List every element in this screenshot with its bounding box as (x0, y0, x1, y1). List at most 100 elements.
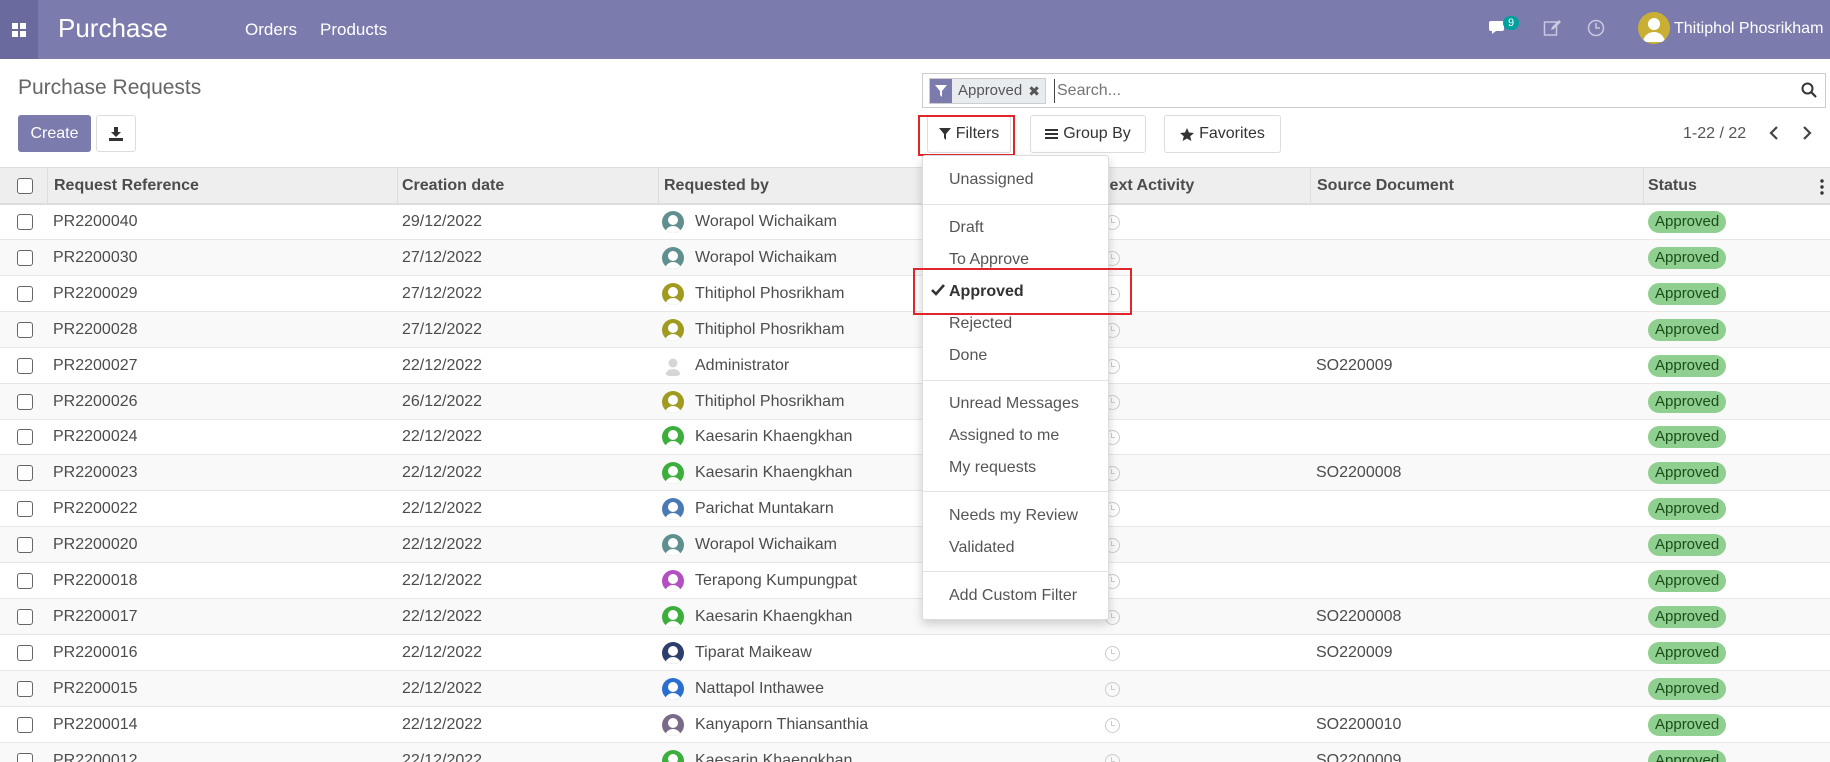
status-badge: Approved (1648, 749, 1727, 762)
search-facet-approved[interactable]: Approved ✖ (929, 78, 1046, 104)
user-avatar[interactable] (1638, 12, 1670, 44)
requester-avatar (662, 677, 684, 700)
filter-my-requests[interactable]: My requests (949, 459, 1036, 477)
status-badge: Approved (1648, 498, 1727, 521)
request-reference: PR2200018 (53, 572, 138, 589)
column-divider (397, 168, 398, 204)
table-row[interactable]: PR2200027 22/12/2022 Administrator SO220… (0, 348, 1830, 384)
request-reference: PR2200020 (53, 536, 138, 554)
source-document: SO2200009 (1316, 751, 1402, 762)
column-creation-date[interactable]: Creation date (402, 177, 504, 195)
row-checkbox[interactable] (17, 680, 33, 697)
status-badge: Approved (1648, 713, 1727, 736)
table-row[interactable]: PR2200024 22/12/2022 Kaesarin Khaengkhan… (0, 419, 1830, 456)
table-row[interactable]: PR2200015 22/12/2022 Nattapol Inthawee A… (0, 670, 1830, 707)
table-row[interactable]: PR2200023 22/12/2022 Kaesarin Khaengkhan… (0, 455, 1830, 492)
filters-dropdown: Unassigned Draft To Approve Approved Rej… (922, 155, 1109, 620)
row-checkbox[interactable] (17, 465, 33, 482)
add-custom-filter[interactable]: Add Custom Filter (949, 587, 1077, 605)
pager-value[interactable]: 1-22 / 22 (1683, 125, 1746, 143)
activity-clock-icon[interactable] (1105, 753, 1120, 762)
filter-unread-messages[interactable]: Unread Messages (949, 395, 1079, 413)
row-checkbox[interactable] (17, 285, 33, 302)
filter-assigned-to-me[interactable]: Assigned to me (949, 427, 1059, 445)
download-button[interactable] (96, 115, 136, 152)
creation-date: 22/12/2022 (402, 715, 483, 733)
table-row[interactable]: PR2200017 22/12/2022 Kaesarin Khaengkhan… (0, 598, 1830, 635)
source-document: SO220009 (1316, 643, 1393, 661)
column-status[interactable]: Status (1648, 177, 1697, 195)
activity-clock-icon[interactable] (1105, 645, 1120, 661)
activity-clock-icon[interactable] (1105, 717, 1120, 733)
requested-by: Administrator (695, 356, 790, 374)
table-row[interactable]: PR2200028 27/12/2022 Thitiphol Phosrikha… (0, 311, 1830, 348)
edit-icon[interactable] (1543, 19, 1562, 42)
filter-to-approve[interactable]: To Approve (949, 251, 1029, 269)
activity-clock-icon[interactable] (1587, 19, 1605, 42)
favorites-button[interactable]: Favorites (1164, 115, 1281, 153)
filter-rejected[interactable]: Rejected (949, 315, 1012, 333)
row-checkbox[interactable] (17, 393, 33, 410)
pager-previous-button[interactable] (1766, 124, 1780, 142)
row-checkbox[interactable] (17, 357, 33, 374)
filter-validated[interactable]: Validated (949, 539, 1015, 557)
column-request-reference[interactable]: Request Reference (54, 177, 199, 195)
status-badge: Approved (1648, 570, 1727, 592)
request-reference: PR2200016 (53, 643, 138, 661)
activity-clock-icon[interactable] (1105, 681, 1120, 697)
source-document: SO2200008 (1316, 607, 1402, 625)
row-checkbox[interactable] (17, 573, 33, 589)
requested-by: Worapol Wichaikam (695, 536, 837, 554)
creation-date: 22/12/2022 (402, 751, 483, 762)
user-name[interactable]: Thitiphol Phosrikham (1674, 20, 1823, 38)
row-checkbox[interactable] (17, 537, 33, 554)
table-row[interactable]: PR2200016 22/12/2022 Tiparat Maikeaw SO2… (0, 635, 1830, 671)
pager-next-button[interactable] (1800, 124, 1814, 142)
filter-unassigned[interactable]: Unassigned (949, 171, 1034, 189)
row-checkbox[interactable] (17, 608, 33, 625)
requested-by: Thitiphol Phosrikham (695, 392, 845, 410)
status-badge: Approved (1648, 677, 1727, 700)
table-row[interactable]: PR2200022 22/12/2022 Parichat Muntakarn … (0, 491, 1830, 528)
optional-columns-icon[interactable] (1820, 179, 1824, 200)
create-button[interactable]: Create (18, 115, 91, 152)
row-checkbox[interactable] (17, 249, 33, 266)
row-checkbox[interactable] (17, 321, 33, 338)
facet-value: Approved (958, 82, 1023, 99)
app-title[interactable]: Purchase (58, 13, 168, 44)
table-row[interactable]: PR2200026 26/12/2022 Thitiphol Phosrikha… (0, 383, 1830, 420)
requested-by: Thitiphol Phosrikham (695, 284, 845, 302)
select-all-checkbox[interactable] (17, 178, 33, 194)
table-row[interactable]: PR2200020 22/12/2022 Worapol Wichaikam A… (0, 527, 1830, 564)
chevron-left-icon (1768, 126, 1778, 140)
filter-done[interactable]: Done (949, 347, 987, 365)
request-reference: PR2200027 (53, 356, 138, 374)
dropdown-divider (923, 571, 1108, 572)
filter-draft[interactable]: Draft (949, 219, 984, 237)
search-input[interactable] (1054, 79, 1754, 103)
creation-date: 22/12/2022 (402, 536, 483, 554)
row-checkbox[interactable] (17, 214, 33, 230)
requester-avatar (662, 282, 684, 305)
apps-menu-button[interactable] (0, 0, 38, 59)
creation-date: 22/12/2022 (402, 356, 483, 374)
column-source-document[interactable]: Source Document (1317, 177, 1454, 195)
remove-facet-icon[interactable]: ✖ (1028, 79, 1045, 103)
table-row[interactable]: PR2200018 22/12/2022 Terapong Kumpungpat… (0, 563, 1830, 599)
group-by-button[interactable]: Group By (1030, 115, 1146, 153)
table-row[interactable]: PR2200012 22/12/2022 Kaesarin Khaengkhan… (0, 742, 1830, 762)
column-next-activity[interactable]: Next Activity (1098, 177, 1194, 195)
row-checkbox[interactable] (17, 752, 33, 762)
row-checkbox[interactable] (17, 429, 33, 446)
search-icon[interactable] (1801, 82, 1817, 103)
creation-date: 22/12/2022 (402, 679, 483, 697)
row-checkbox[interactable] (17, 644, 33, 661)
filter-needs-my-review[interactable]: Needs my Review (949, 507, 1078, 525)
row-checkbox[interactable] (17, 501, 33, 518)
row-checkbox[interactable] (17, 716, 33, 733)
table-row[interactable]: PR2200014 22/12/2022 Kanyaporn Thiansant… (0, 707, 1830, 743)
column-requested-by[interactable]: Requested by (664, 177, 769, 195)
table-row[interactable]: PR2200040 29/12/2022 Worapol Wichaikam A… (0, 204, 1830, 240)
menu-orders[interactable]: Orders (245, 20, 297, 40)
menu-products[interactable]: Products (320, 20, 387, 40)
